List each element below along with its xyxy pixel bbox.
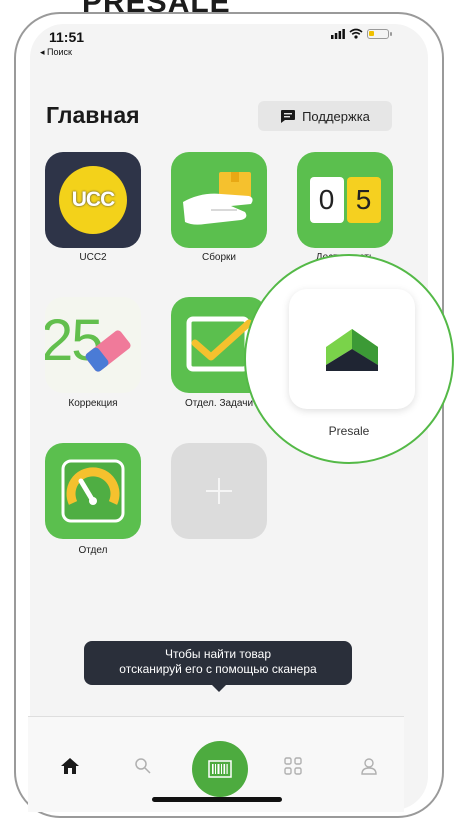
app-department-tile[interactable] <box>45 443 141 539</box>
hand-with-box-icon <box>183 172 253 225</box>
app-assembly-label: Сборки <box>201 252 237 263</box>
scan-button[interactable] <box>192 741 248 797</box>
page-title: Главная <box>46 102 140 128</box>
tooltip-line-2: отсканируй его с помощью сканера <box>119 662 317 676</box>
plus-icon <box>206 478 232 504</box>
tooltip-line-1: Чтобы найти товар <box>164 647 272 661</box>
app-presale-tile[interactable] <box>289 289 415 409</box>
home-icon[interactable] <box>60 757 80 775</box>
scanner-tooltip: Чтобы найти товар отсканируй его с помощ… <box>84 641 352 692</box>
battery-icon <box>367 28 392 39</box>
gauge-icon <box>61 459 125 523</box>
counter-digit-right: 5 <box>346 177 381 223</box>
presale-highlight: Presale <box>244 254 454 464</box>
ucc-logo-text: UCC <box>71 188 115 211</box>
app-presale-label: Presale <box>328 424 370 438</box>
counter-digit-left: 0 <box>309 177 344 223</box>
add-app-button[interactable] <box>171 443 267 539</box>
search-icon[interactable] <box>134 757 152 775</box>
app-correction-label: Коррекция <box>68 398 118 409</box>
app-ucc2-tile[interactable]: UCC <box>45 152 141 248</box>
chat-icon <box>281 109 296 123</box>
app-availability-tile[interactable]: 0 5 <box>297 152 393 248</box>
app-dept-tasks-label: Отдел. Задачи <box>184 398 254 409</box>
profile-icon[interactable] <box>360 757 378 775</box>
support-button[interactable]: Поддержка <box>258 101 392 131</box>
signal-icon <box>331 28 345 39</box>
grid-icon[interactable] <box>284 757 302 775</box>
status-time: 11:51 <box>49 29 85 45</box>
status-icons <box>331 28 392 39</box>
eraser-icon <box>85 330 131 372</box>
presale-logo-icon <box>326 329 378 371</box>
support-label: Поддержка <box>302 108 370 124</box>
back-to-search-link[interactable]: ◂ Поиск <box>40 47 72 58</box>
app-ucc2-label: UCC2 <box>79 252 107 263</box>
app-correction-tile[interactable]: 25 <box>45 297 141 393</box>
app-assembly-tile[interactable] <box>171 152 267 248</box>
barcode-scan-icon <box>208 760 232 778</box>
wifi-icon <box>349 28 363 39</box>
app-department-label: Отдел <box>78 545 108 556</box>
home-indicator <box>152 797 282 802</box>
ucc-logo: UCC <box>59 166 127 234</box>
